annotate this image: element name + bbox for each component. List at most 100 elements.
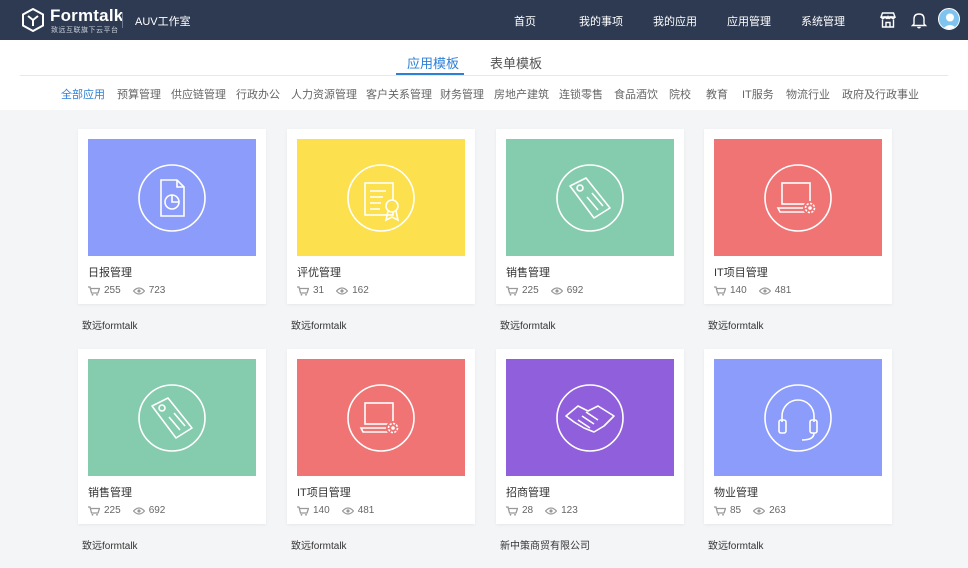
category-budget[interactable]: 预算管理 (117, 86, 161, 102)
template-stats: 31 162 (297, 285, 381, 296)
view-count: 481 (357, 505, 375, 516)
view-count: 692 (148, 505, 166, 516)
headset-icon (764, 383, 832, 452)
cart-icon (506, 505, 518, 516)
category-food-beverage[interactable]: 食品酒饮 (614, 86, 658, 102)
bell-icon[interactable] (909, 10, 929, 30)
eye-icon (550, 286, 563, 295)
cart-icon (88, 285, 100, 296)
template-card[interactable]: 日报管理 255 723 (78, 129, 266, 304)
workspace-name[interactable]: AUV工作室 (135, 13, 191, 29)
template-card[interactable]: 销售管理 225 692 (496, 129, 684, 304)
template-title: 日报管理 (88, 267, 132, 279)
tab-app-templates[interactable]: 应用模板 (407, 53, 459, 72)
formtalk-logo-icon[interactable] (22, 8, 44, 32)
view-count: 123 (561, 505, 578, 516)
store-icon[interactable] (878, 10, 898, 30)
category-hr[interactable]: 人力资源管理 (291, 86, 357, 102)
template-stats: 225 692 (88, 505, 177, 516)
template-title: 销售管理 (506, 267, 550, 279)
template-thumbnail[interactable] (88, 359, 256, 476)
template-thumbnail[interactable] (714, 139, 882, 256)
top-navbar: Formtalk 致远互联旗下云平台 AUV工作室 首页 我的事项 我的应用 应… (0, 0, 968, 40)
category-government[interactable]: 政府及行政事业 (842, 86, 919, 102)
template-stats: 225 692 (506, 285, 595, 296)
category-real-estate[interactable]: 房地产建筑 (494, 86, 549, 102)
template-card[interactable]: 评优管理 31 162 (287, 129, 475, 304)
price-tag-icon (556, 163, 624, 232)
category-it-services[interactable]: IT服务 (742, 86, 774, 102)
template-stats: 28 123 (506, 505, 590, 516)
cart-icon (714, 505, 726, 516)
category-education[interactable]: 教育 (706, 86, 728, 102)
cart-icon (297, 285, 309, 296)
view-count: 692 (566, 285, 584, 296)
template-thumbnail[interactable] (297, 139, 465, 256)
template-title: 物业管理 (714, 487, 758, 499)
header-divider (122, 12, 123, 28)
template-author[interactable]: 致远formtalk (708, 537, 764, 552)
category-logistics[interactable]: 物流行业 (786, 86, 830, 102)
nav-my-tasks[interactable]: 我的事项 (579, 13, 623, 29)
category-admin-office[interactable]: 行政办公 (236, 86, 280, 102)
template-tabs-panel: 应用模板 表单模板 全部应用 预算管理 供应链管理 行政办公 人力资源管理 客户… (0, 40, 968, 110)
template-card[interactable]: IT项目管理 140 481 (704, 129, 892, 304)
category-colleges[interactable]: 院校 (669, 86, 691, 102)
eye-icon (132, 286, 145, 295)
nav-home[interactable]: 首页 (514, 13, 536, 29)
template-stats: 140 481 (297, 505, 386, 516)
template-author[interactable]: 致远formtalk (500, 317, 556, 332)
template-stats: 140 481 (714, 285, 803, 296)
certificate-icon (347, 163, 415, 232)
install-count: 85 (730, 505, 742, 516)
category-crm[interactable]: 客户关系管理 (366, 86, 432, 102)
view-count: 481 (774, 285, 792, 296)
template-author[interactable]: 致远formtalk (708, 317, 764, 332)
category-supply-chain[interactable]: 供应链管理 (171, 86, 226, 102)
template-card[interactable]: 招商管理 28 123 (496, 349, 684, 524)
view-count: 723 (148, 285, 166, 296)
cart-icon (714, 285, 726, 296)
install-count: 31 (313, 285, 325, 296)
price-tag-icon (138, 383, 206, 452)
report-chart-icon (138, 163, 206, 232)
brand-subtitle: 致远互联旗下云平台 (51, 27, 119, 34)
template-thumbnail[interactable] (297, 359, 465, 476)
template-stats: 255 723 (88, 285, 177, 296)
eye-icon (758, 286, 771, 295)
template-thumbnail[interactable] (506, 359, 674, 476)
template-author[interactable]: 致远formtalk (82, 537, 138, 552)
tabs-divider (20, 75, 948, 76)
template-title: 评优管理 (297, 267, 341, 279)
install-count: 225 (104, 505, 121, 516)
template-author[interactable]: 新中策商贸有限公司 (500, 537, 590, 552)
template-title: 招商管理 (506, 487, 550, 499)
nav-app-management[interactable]: 应用管理 (727, 13, 771, 29)
template-thumbnail[interactable] (714, 359, 882, 476)
template-card[interactable]: IT项目管理 140 481 (287, 349, 475, 524)
tab-form-templates[interactable]: 表单模板 (490, 53, 542, 72)
eye-icon (545, 506, 558, 515)
template-author[interactable]: 致远formtalk (82, 317, 138, 332)
nav-my-apps[interactable]: 我的应用 (653, 13, 697, 29)
template-author[interactable]: 致远formtalk (291, 317, 347, 332)
template-thumbnail[interactable] (88, 139, 256, 256)
template-card[interactable]: 物业管理 85 263 (704, 349, 892, 524)
template-author[interactable]: 致远formtalk (291, 537, 347, 552)
template-title: 销售管理 (88, 487, 132, 499)
category-retail-chain[interactable]: 连锁零售 (559, 86, 603, 102)
nav-system-management[interactable]: 系统管理 (801, 13, 845, 29)
category-finance[interactable]: 财务管理 (440, 86, 484, 102)
user-avatar-icon (942, 13, 958, 29)
brand-name[interactable]: Formtalk (50, 6, 123, 26)
eye-icon (336, 286, 349, 295)
template-card[interactable]: 销售管理 225 692 (78, 349, 266, 524)
template-thumbnail[interactable] (506, 139, 674, 256)
eye-icon (132, 506, 145, 515)
install-count: 140 (313, 505, 330, 516)
avatar[interactable] (938, 8, 960, 30)
cart-icon (88, 505, 100, 516)
eye-icon (753, 506, 766, 515)
category-all[interactable]: 全部应用 (61, 86, 105, 102)
handshake-icon (556, 383, 624, 452)
